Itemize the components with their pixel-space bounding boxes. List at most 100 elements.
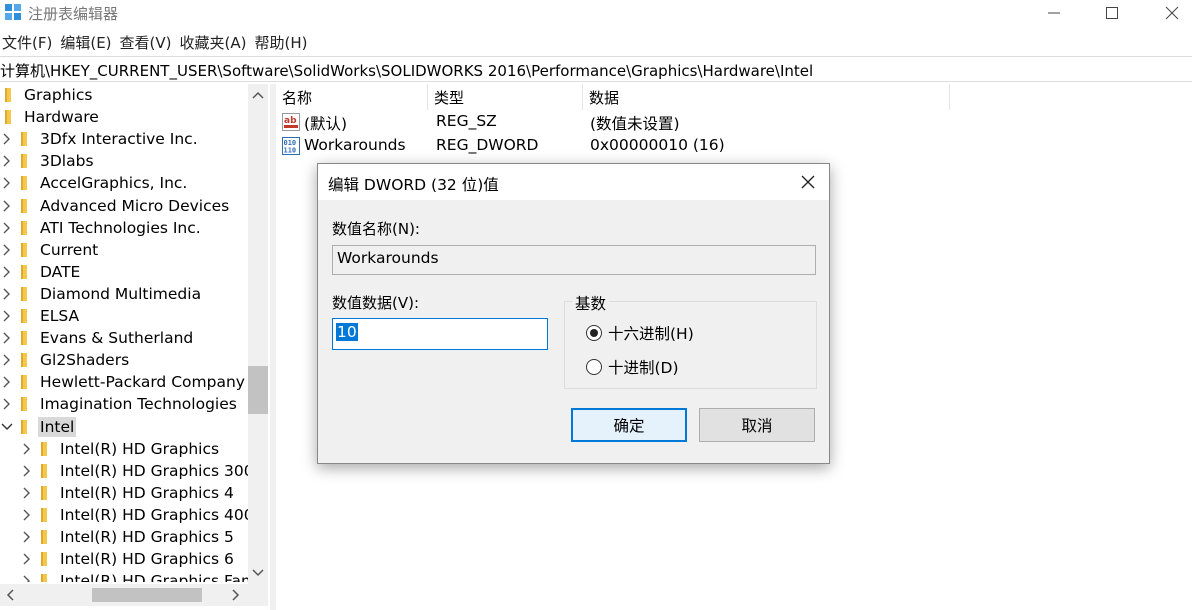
- folder-icon: [41, 574, 47, 582]
- folder-icon: [21, 220, 27, 235]
- tree-vertical-scrollbar[interactable]: [248, 84, 268, 584]
- minimize-button[interactable]: [1024, 0, 1084, 26]
- folder-icon: [5, 88, 11, 102]
- tree-item[interactable]: Imagination Technologies: [0, 393, 239, 415]
- tree-item[interactable]: Intel(R) HD Graphics 6: [20, 548, 236, 570]
- address-path[interactable]: 计算机\HKEY_CURRENT_USER\Software\SolidWork…: [0, 60, 813, 81]
- tree-item[interactable]: Graphics: [0, 84, 94, 106]
- chevron-down-icon[interactable]: [0, 416, 14, 438]
- tree-item-label: Intel: [38, 416, 77, 437]
- tree-item[interactable]: Intel(R) HD Graphics 3000: [20, 460, 248, 482]
- chevron-right-icon[interactable]: [20, 548, 34, 570]
- chevron-right-icon[interactable]: [20, 504, 34, 526]
- tree-item[interactable]: Evans & Sutherland: [0, 327, 195, 349]
- chevron-right-icon[interactable]: [0, 261, 14, 283]
- folder-icon: [41, 463, 47, 478]
- chevron-right-icon[interactable]: [20, 438, 34, 460]
- close-window-button[interactable]: [1142, 0, 1192, 26]
- radio-checked-icon[interactable]: [586, 325, 602, 341]
- chevron-right-icon[interactable]: [0, 172, 14, 194]
- tree-item[interactable]: Hardware: [0, 106, 101, 128]
- list-item[interactable]: ab (默认) REG_SZ (数值未设置): [276, 110, 1192, 134]
- tree-item[interactable]: Intel(R) HD Graphics 4: [20, 482, 236, 504]
- chevron-right-icon[interactable]: [20, 526, 34, 548]
- chevron-right-icon[interactable]: [0, 239, 14, 261]
- chevron-down-icon: [252, 569, 264, 577]
- column-data[interactable]: 数据: [583, 84, 950, 110]
- menu-view[interactable]: 查看(V): [118, 30, 178, 54]
- folder-icon: [21, 242, 27, 257]
- tree-item[interactable]: Gl2Shaders: [0, 349, 131, 371]
- scroll-thumb[interactable]: [248, 366, 268, 414]
- hscroll-thumb[interactable]: [92, 588, 202, 602]
- tree-item[interactable]: 3Dlabs: [0, 150, 96, 172]
- tree-item-label: Intel(R) HD Graphics: [60, 439, 220, 458]
- menu-help[interactable]: 帮助(H): [252, 30, 313, 54]
- folder-icon: [21, 331, 27, 346]
- chevron-up-icon: [252, 91, 264, 99]
- minimize-icon: [1048, 12, 1060, 14]
- chevron-right-icon[interactable]: [0, 283, 14, 305]
- menu-bar: 文件(F) 编辑(E) 查看(V) 收藏夹(A) 帮助(H): [0, 30, 313, 54]
- value-data-label: 数值数据(V):: [332, 294, 420, 312]
- chevron-right-icon[interactable]: [0, 128, 14, 150]
- column-type[interactable]: 类型: [428, 84, 583, 110]
- tree-item[interactable]: Advanced Micro Devices: [0, 195, 231, 217]
- scroll-right-button[interactable]: [226, 584, 246, 606]
- chevron-right-icon[interactable]: [20, 482, 34, 504]
- chevron-right-icon[interactable]: [0, 217, 14, 239]
- tree-item[interactable]: Intel: [0, 416, 77, 438]
- chevron-right-icon[interactable]: [0, 150, 14, 172]
- tree-item[interactable]: Intel(R) HD Graphics: [20, 438, 221, 460]
- menu-file[interactable]: 文件(F): [0, 30, 58, 54]
- address-bar[interactable]: 计算机\HKEY_CURRENT_USER\Software\SolidWork…: [0, 56, 1192, 82]
- binary-value-icon: 010 110: [282, 137, 300, 155]
- chevron-right-icon[interactable]: [0, 349, 14, 371]
- tree-item[interactable]: DATE: [0, 261, 82, 283]
- folder-icon: [41, 485, 47, 500]
- radio-hexadecimal[interactable]: 十六进制(H): [586, 322, 694, 344]
- list-item[interactable]: 010 110 Workarounds REG_DWORD 0x00000010…: [276, 134, 1192, 158]
- radio-decimal[interactable]: 十进制(D): [586, 356, 679, 378]
- folder-icon: [21, 176, 27, 191]
- dialog-close-button[interactable]: [793, 168, 823, 196]
- tree-item[interactable]: Hewlett-Packard Company: [0, 371, 247, 393]
- chevron-right-icon[interactable]: [0, 371, 14, 393]
- tree-item[interactable]: Diamond Multimedia: [0, 283, 203, 305]
- menu-edit[interactable]: 编辑(E): [58, 30, 117, 54]
- tree-item[interactable]: Intel(R) HD Graphics 4000: [20, 504, 248, 526]
- tree-item-label: Intel(R) HD Graphics 4000: [60, 505, 248, 524]
- cancel-button[interactable]: 取消: [699, 408, 815, 442]
- tree-item[interactable]: Intel(R) HD Graphics Fami: [20, 570, 248, 582]
- tree-item[interactable]: ELSA: [0, 305, 81, 327]
- value-data-input[interactable]: 10: [332, 318, 548, 350]
- chevron-right-icon[interactable]: [0, 393, 14, 415]
- scroll-up-button[interactable]: [248, 86, 268, 104]
- tree-item[interactable]: ATI Technologies Inc.: [0, 217, 203, 239]
- chevron-right-icon[interactable]: [0, 327, 14, 349]
- tree-horizontal-scrollbar[interactable]: [0, 584, 268, 606]
- ok-button[interactable]: 确定: [571, 408, 687, 442]
- scroll-down-button[interactable]: [248, 564, 268, 582]
- registry-tree: Graphics Hardware 3Dfx Interactive Inc. 3Dl…: [0, 84, 248, 582]
- tree-item[interactable]: AccelGraphics, Inc.: [0, 172, 189, 194]
- tree-item[interactable]: Current: [0, 239, 100, 261]
- maximize-button[interactable]: [1082, 0, 1142, 26]
- dialog-title: 编辑 DWORD (32 位)值: [328, 176, 499, 194]
- chevron-right-icon[interactable]: [20, 570, 34, 582]
- window-title: 注册表编辑器: [28, 5, 119, 23]
- tree-item-label: 3Dfx Interactive Inc.: [40, 130, 198, 149]
- tree-item[interactable]: 3Dfx Interactive Inc.: [0, 128, 200, 150]
- menu-favorites[interactable]: 收藏夹(A): [178, 30, 253, 54]
- value-name: Workarounds: [304, 136, 406, 154]
- chevron-right-icon[interactable]: [0, 305, 14, 327]
- tree-item-label: 3Dlabs: [40, 152, 94, 171]
- chevron-right-icon[interactable]: [0, 195, 14, 217]
- column-name[interactable]: 名称: [276, 84, 428, 110]
- tree-item-label: Hardware: [24, 108, 99, 127]
- selected-value-text: 10: [336, 323, 358, 341]
- scroll-left-button[interactable]: [0, 584, 20, 606]
- radio-unchecked-icon[interactable]: [586, 359, 602, 375]
- tree-item[interactable]: Intel(R) HD Graphics 5: [20, 526, 236, 548]
- chevron-right-icon[interactable]: [20, 460, 34, 482]
